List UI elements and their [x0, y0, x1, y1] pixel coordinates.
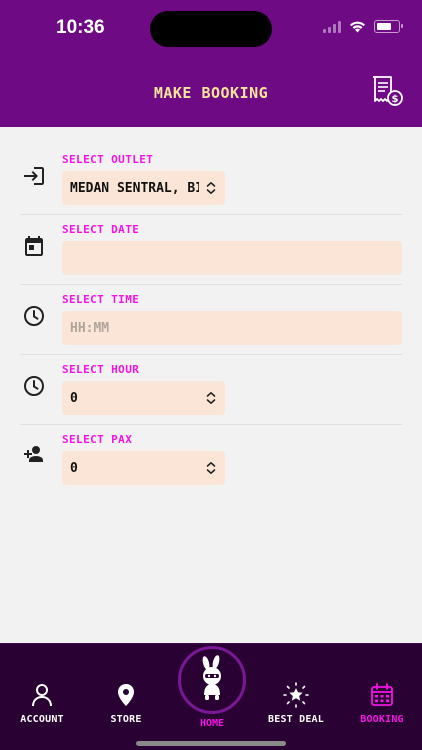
status-bar: 10:36 [0, 0, 422, 55]
bottom-tab-bar: ACCOUNT STORE HOME BEST DEAL BOOKING [0, 643, 422, 750]
tab-home-label: HOME [199, 718, 225, 729]
pax-value: 0 [70, 460, 78, 476]
star-badge-icon [283, 682, 309, 708]
person-icon [32, 684, 52, 707]
tab-label: BEST DEAL [268, 714, 324, 725]
receipt-dollar-icon: $ [373, 76, 403, 106]
date-row: SELECT DATE [20, 215, 402, 285]
pax-select[interactable]: 0 [62, 451, 225, 485]
outlet-select[interactable]: MEDAN SENTRAL, BII [62, 171, 225, 205]
clock-icon [24, 306, 44, 326]
signal-icon [323, 20, 341, 33]
time-placeholder: HH:MM [70, 320, 110, 336]
chevron-updown-icon [206, 392, 216, 404]
dynamic-island [150, 11, 272, 47]
battery-icon [374, 20, 403, 33]
hour-row: SELECT HOUR 0 [20, 355, 402, 425]
receipt-history-button[interactable]: $ [370, 74, 404, 110]
location-pin-icon [118, 684, 134, 706]
time-label: SELECT TIME [62, 293, 140, 306]
time-row: SELECT TIME HH:MM [20, 285, 402, 355]
time-input[interactable]: HH:MM [62, 311, 402, 345]
chevron-updown-icon [206, 182, 216, 194]
pax-row: SELECT PAX 0 [20, 425, 402, 495]
pax-label: SELECT PAX [62, 433, 133, 446]
status-icons [323, 20, 403, 33]
tab-label: STORE [110, 714, 142, 725]
mascot-logo-icon [202, 655, 221, 700]
tab-label: ACCOUNT [20, 714, 64, 725]
calendar-grid-icon [371, 683, 393, 706]
add-person-icon [24, 446, 43, 462]
status-time: 10:36 [56, 17, 105, 38]
wifi-icon [350, 21, 365, 33]
tab-best-deal[interactable]: BEST DEAL [254, 682, 338, 725]
outlet-label: SELECT OUTLET [62, 153, 154, 166]
hour-value: 0 [70, 390, 78, 406]
tab-home[interactable] [178, 646, 246, 714]
calendar-icon [25, 236, 43, 256]
page-title: MAKE BOOKING [153, 84, 269, 102]
clock-icon [24, 376, 44, 396]
home-indicator [136, 741, 286, 746]
outlet-row: SELECT OUTLET MEDAN SENTRAL, BII [20, 145, 402, 215]
hour-label: SELECT HOUR [62, 363, 140, 376]
tab-booking[interactable]: BOOKING [340, 682, 422, 725]
chevron-updown-icon [206, 462, 216, 474]
hour-select[interactable]: 0 [62, 381, 225, 415]
login-arrow-icon [24, 167, 44, 185]
date-input[interactable] [62, 241, 402, 275]
date-label: SELECT DATE [62, 223, 140, 236]
svg-text:$: $ [392, 94, 399, 105]
outlet-value: MEDAN SENTRAL, BII [70, 180, 199, 196]
booking-form: SELECT OUTLET MEDAN SENTRAL, BII SELECT … [20, 145, 402, 495]
tab-account[interactable]: ACCOUNT [0, 682, 84, 725]
tab-label: BOOKING [360, 714, 404, 725]
tab-store[interactable]: STORE [84, 682, 168, 725]
app-header: 10:36 MAKE BOOKING $ [0, 0, 422, 127]
